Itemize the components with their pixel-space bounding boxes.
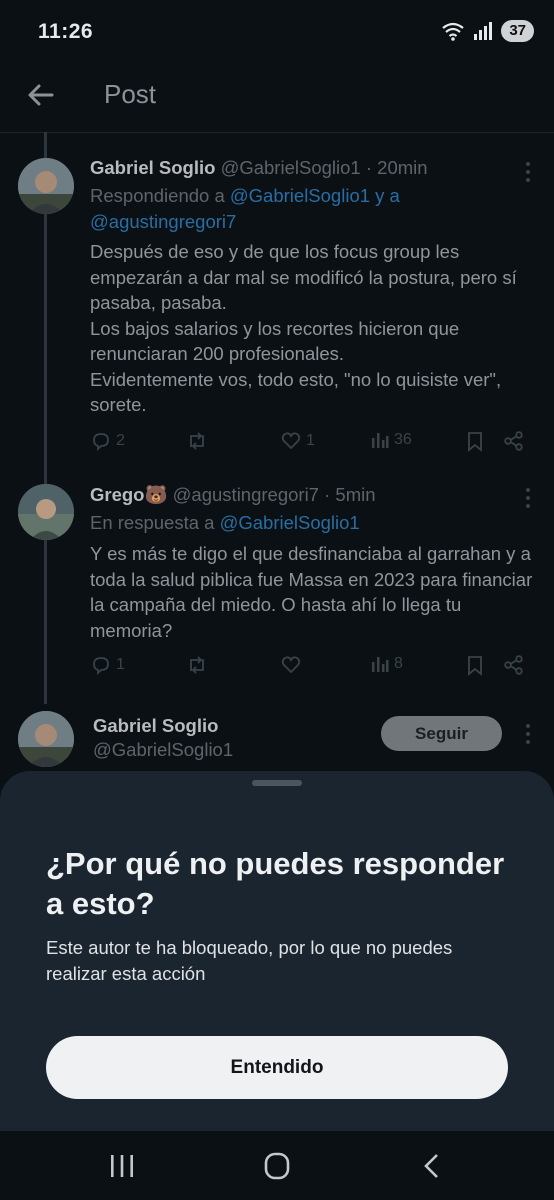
reply-prefix: En respuesta a <box>90 512 215 533</box>
home-icon <box>264 1152 290 1180</box>
reply-prefix: Respondiendo a <box>90 185 225 206</box>
more-vertical-icon[interactable] <box>524 160 532 184</box>
page-title: Post <box>104 79 157 109</box>
share-button[interactable] <box>503 654 525 676</box>
understood-button[interactable]: Entendido <box>46 1036 508 1099</box>
reply-button[interactable]: 1 <box>90 654 125 676</box>
avatar-image <box>18 158 74 214</box>
follow-name-row: Gabriel Soglio <box>93 715 218 737</box>
reply-icon <box>93 657 109 676</box>
signal-icon <box>474 22 493 40</box>
status-icons: 37 <box>441 20 534 42</box>
wifi-icon <box>442 22 464 41</box>
reply-count: 2 <box>116 432 125 449</box>
recents-button[interactable] <box>102 1149 142 1183</box>
tweet-time: 20min <box>377 157 428 178</box>
avatar-image <box>18 711 74 767</box>
status-bar: 11:26 37 <box>0 0 554 64</box>
reply-icon <box>93 433 109 452</box>
retweet-button[interactable] <box>186 654 212 676</box>
nav-back-button[interactable] <box>412 1149 452 1183</box>
avatar[interactable] <box>18 484 74 540</box>
sheet-description: Este autor te ha bloqueado, por lo que n… <box>46 937 453 984</box>
tweet-actions: 2 1 36 <box>90 430 530 460</box>
home-button[interactable] <box>257 1149 297 1183</box>
separator-dot: · <box>365 157 373 178</box>
retweet-icon <box>190 656 204 674</box>
bookmark-icon <box>468 432 482 452</box>
like-button[interactable]: 1 <box>280 430 315 452</box>
avatar-image <box>18 484 74 540</box>
reply-context: En respuesta a @GabrielSoglio1 <box>90 510 530 536</box>
retweet-button[interactable] <box>186 430 212 452</box>
author-name[interactable]: Gabriel Soglio <box>93 715 218 736</box>
back-button[interactable] <box>24 78 58 112</box>
reply-mentions[interactable]: @GabrielSoglio1 <box>220 512 360 533</box>
views-button[interactable]: 36 <box>370 430 412 450</box>
reply-context: Respondiendo a @GabrielSoglio1 y a @agus… <box>90 183 530 235</box>
status-time: 11:26 <box>38 20 94 43</box>
recents-icon <box>111 1155 133 1177</box>
like-button[interactable] <box>280 654 306 676</box>
share-button[interactable] <box>503 430 525 452</box>
tweet[interactable]: Gabriel Soglio @GabrielSoglio1 · 20min R… <box>0 140 554 470</box>
author-name[interactable]: Grego🐻 <box>90 484 168 505</box>
bottom-sheet: ¿Por qué no puedes responder a esto? Est… <box>0 771 554 1131</box>
reply-button[interactable]: 2 <box>90 430 125 452</box>
sheet-title: ¿Por qué no puedes responder a esto? <box>46 846 505 921</box>
follow-handle-row: @GabrielSoglio1 <box>93 739 233 761</box>
author-handle: @agustingregori7 <box>172 484 319 505</box>
like-count: 1 <box>306 432 315 449</box>
battery-indicator: 37 <box>501 20 534 42</box>
tweet-header: Gabriel Soglio @GabrielSoglio1 · 20min <box>90 157 428 179</box>
top-bar: Post <box>0 64 554 133</box>
author-name[interactable]: Gabriel Soglio <box>90 157 215 178</box>
follow-card[interactable]: Gabriel Soglio @GabrielSoglio1 Seguir <box>0 705 554 775</box>
tweet-text: Después de eso y de que los focus group … <box>90 241 517 415</box>
avatar[interactable] <box>18 158 74 214</box>
tweet-header: Grego🐻 @agustingregori7 · 5min <box>90 484 376 506</box>
view-count: 8 <box>394 655 403 672</box>
views-button[interactable]: 8 <box>370 654 403 674</box>
tweet-text: Y es más te digo el que desfinanciaba al… <box>90 543 533 641</box>
retweet-icon <box>190 432 204 450</box>
more-vertical-icon[interactable] <box>524 722 532 746</box>
share-icon <box>504 431 523 451</box>
author-handle: @GabrielSoglio1 <box>93 739 234 760</box>
views-icon <box>372 433 389 448</box>
view-count: 36 <box>394 431 412 448</box>
author-handle: @GabrielSoglio1 <box>220 157 361 178</box>
arrow-left-icon <box>28 84 54 106</box>
more-vertical-icon[interactable] <box>524 486 532 510</box>
views-icon <box>372 657 389 672</box>
share-icon <box>504 655 523 675</box>
tweet-actions: 1 8 <box>90 654 530 684</box>
follow-button[interactable]: Seguir <box>381 716 502 751</box>
bookmark-icon <box>468 656 482 676</box>
sheet-drag-handle[interactable] <box>252 780 302 786</box>
system-nav-bar <box>0 1131 554 1200</box>
avatar[interactable] <box>18 711 74 767</box>
bookmark-button[interactable] <box>465 430 485 452</box>
bookmark-button[interactable] <box>465 654 485 676</box>
heart-icon <box>281 432 301 450</box>
separator-dot: · <box>324 484 331 505</box>
tweet[interactable]: Grego🐻 @agustingregori7 · 5min En respue… <box>0 466 554 700</box>
nav-back-icon <box>424 1154 438 1178</box>
reply-count: 1 <box>116 656 125 673</box>
tweet-time: 5min <box>335 484 376 505</box>
heart-icon <box>281 656 301 674</box>
